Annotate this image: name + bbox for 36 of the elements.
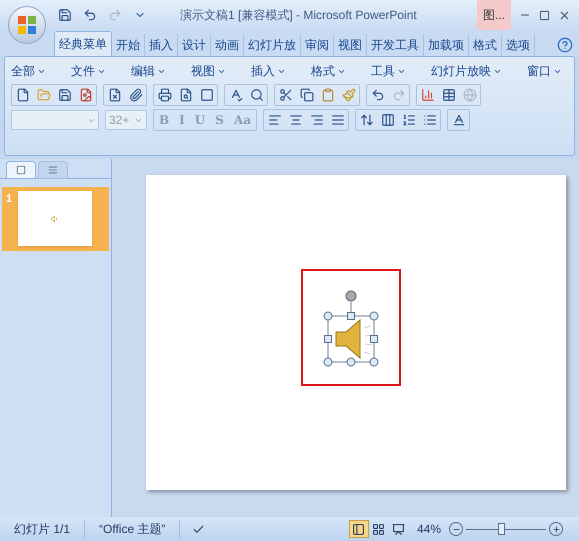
maximize-icon[interactable] xyxy=(539,10,550,20)
context-tab[interactable]: 图... xyxy=(476,0,511,30)
zoom-out-button[interactable] xyxy=(449,522,463,536)
office-button[interactable] xyxy=(8,6,46,44)
zoom-thumb[interactable] xyxy=(498,523,506,535)
help-icon[interactable] xyxy=(557,37,573,53)
pane-tab[interactable] xyxy=(38,161,68,179)
zoom-level: 44% xyxy=(416,521,442,538)
outline-icon xyxy=(48,165,58,175)
menu-item[interactable]: 文件 xyxy=(71,62,106,80)
menu-item[interactable]: 全部 xyxy=(11,62,46,80)
menu-item[interactable]: 工具 xyxy=(371,62,406,80)
pane-tab[interactable] xyxy=(6,161,36,179)
menu-item[interactable]: 幻灯片放映 xyxy=(431,62,502,80)
window-title: 演示文稿1 [兼容模式] - Microsoft PowerPoint xyxy=(180,7,417,24)
slideshow-icon xyxy=(392,522,406,536)
speaker-icon xyxy=(51,214,60,222)
slide-icon xyxy=(16,165,26,175)
grid-view-icon xyxy=(372,522,386,536)
plus-icon xyxy=(552,524,560,534)
view-button[interactable] xyxy=(348,520,369,538)
office-logo-icon xyxy=(16,14,38,36)
slide-number: 1 xyxy=(6,192,12,207)
menu-item[interactable]: 插入 xyxy=(251,62,286,80)
zoom-in-button[interactable] xyxy=(549,522,563,536)
normal-view-icon xyxy=(352,522,366,536)
theme-name: “Office 主题” xyxy=(85,520,180,538)
close-icon[interactable] xyxy=(558,8,571,22)
slide-info: 幻灯片 1/1 xyxy=(0,520,86,538)
menu-item[interactable]: 格式 xyxy=(311,62,346,80)
menu-item[interactable]: 编辑 xyxy=(131,62,166,80)
ribbon-tab[interactable]: 经典菜单 xyxy=(54,31,112,56)
menu-item[interactable]: 视图 xyxy=(191,62,226,80)
menu-item[interactable]: 窗口 xyxy=(527,62,562,80)
font-name-field[interactable] xyxy=(11,110,99,130)
zoom-slider[interactable] xyxy=(466,522,546,536)
